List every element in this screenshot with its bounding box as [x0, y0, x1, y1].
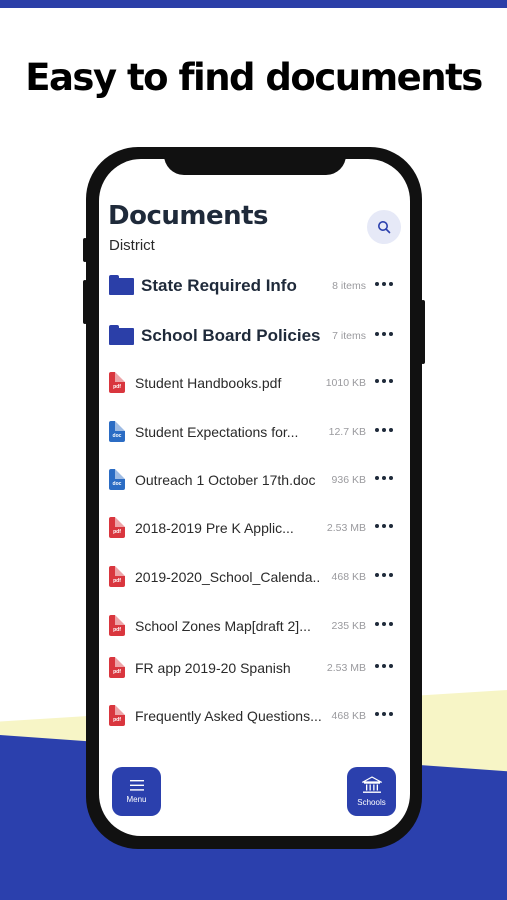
file-name: School Zones Map[draft 2]...	[135, 618, 311, 634]
file-name: 2019-2020_School_Calenda..	[135, 569, 321, 585]
schools-button-label: Schools	[357, 798, 386, 807]
ellipsis-dot-icon	[382, 282, 386, 286]
phone-notch	[164, 150, 346, 175]
ellipsis-dot-icon	[389, 282, 393, 286]
doc-file-icon: doc	[109, 469, 125, 490]
ellipsis-dot-icon	[382, 379, 386, 383]
file-name: FR app 2019-20 Spanish	[135, 660, 291, 676]
menu-button[interactable]: Menu	[112, 767, 161, 816]
folder-item-count: 7 items	[332, 330, 366, 342]
folder-icon	[109, 325, 134, 345]
more-options-button[interactable]	[375, 327, 395, 341]
folder-icon	[109, 275, 134, 295]
pdf-file-icon: pdf	[109, 615, 125, 636]
page-title: Documents	[108, 201, 269, 231]
more-options-button[interactable]	[375, 659, 395, 673]
pdf-file-icon: pdf	[109, 517, 125, 538]
ellipsis-dot-icon	[389, 379, 393, 383]
file-size: 468 KB	[331, 571, 366, 583]
phone-side-button	[83, 238, 87, 262]
more-options-button[interactable]	[375, 277, 395, 291]
file-row[interactable]: pdf Frequently Asked Questions... 468 KB	[99, 697, 410, 737]
file-row[interactable]: pdf 2018-2019 Pre K Applic... 2.53 MB	[99, 509, 410, 549]
more-options-button[interactable]	[375, 617, 395, 631]
file-size: 1010 KB	[325, 377, 366, 389]
search-button[interactable]	[367, 210, 401, 244]
more-options-button[interactable]	[375, 374, 395, 388]
ellipsis-dot-icon	[389, 476, 393, 480]
file-name: Student Handbooks.pdf	[135, 375, 282, 391]
ellipsis-dot-icon	[389, 622, 393, 626]
folder-name: State Required Info	[141, 276, 297, 295]
ellipsis-dot-icon	[375, 712, 379, 716]
more-options-button[interactable]	[375, 519, 395, 533]
file-row[interactable]: pdf 2019-2020_School_Calenda.. 468 KB	[99, 558, 410, 598]
school-building-icon	[361, 776, 382, 793]
phone-side-button	[421, 300, 425, 364]
file-name: Student Expectations for...	[135, 424, 299, 440]
file-row[interactable]: pdf School Zones Map[draft 2]... 235 KB	[99, 607, 410, 647]
file-size: 12.7 KB	[328, 426, 366, 438]
pdf-file-icon: pdf	[109, 372, 125, 393]
file-size: 235 KB	[331, 620, 366, 632]
ellipsis-dot-icon	[382, 622, 386, 626]
ellipsis-dot-icon	[375, 664, 379, 668]
ellipsis-dot-icon	[375, 379, 379, 383]
page-subtitle: District	[109, 237, 155, 254]
more-options-button[interactable]	[375, 707, 395, 721]
ellipsis-dot-icon	[382, 664, 386, 668]
pdf-file-icon: pdf	[109, 566, 125, 587]
ellipsis-dot-icon	[389, 428, 393, 432]
file-row[interactable]: pdf Student Handbooks.pdf 1010 KB	[99, 364, 410, 404]
ellipsis-dot-icon	[389, 524, 393, 528]
ellipsis-dot-icon	[375, 428, 379, 432]
folder-row[interactable]: State Required Info 8 items	[99, 267, 410, 307]
top-accent-bar	[0, 0, 507, 8]
pdf-file-icon: pdf	[109, 705, 125, 726]
ellipsis-dot-icon	[375, 282, 379, 286]
ellipsis-dot-icon	[375, 573, 379, 577]
ellipsis-dot-icon	[382, 428, 386, 432]
file-size: 468 KB	[331, 710, 366, 722]
file-size: 936 KB	[331, 474, 366, 486]
schools-button[interactable]: Schools	[347, 767, 396, 816]
phone-screen: Documents District State Required Info 8 …	[99, 159, 410, 836]
phone-side-button	[83, 280, 87, 324]
hamburger-icon	[129, 779, 144, 791]
search-icon	[378, 221, 391, 234]
pdf-file-icon: pdf	[109, 657, 125, 678]
file-name: 2018-2019 Pre K Applic...	[135, 520, 294, 536]
file-row[interactable]: pdf FR app 2019-20 Spanish 2.53 MB	[99, 649, 410, 689]
ellipsis-dot-icon	[375, 524, 379, 528]
ellipsis-dot-icon	[389, 664, 393, 668]
ellipsis-dot-icon	[389, 573, 393, 577]
file-row[interactable]: doc Outreach 1 October 17th.doc 936 KB	[99, 461, 410, 501]
ellipsis-dot-icon	[382, 524, 386, 528]
file-name: Frequently Asked Questions...	[135, 708, 322, 724]
folder-item-count: 8 items	[332, 280, 366, 292]
ellipsis-dot-icon	[375, 332, 379, 336]
folder-row[interactable]: School Board Policies 7 items	[99, 317, 410, 357]
ellipsis-dot-icon	[382, 573, 386, 577]
more-options-button[interactable]	[375, 423, 395, 437]
more-options-button[interactable]	[375, 471, 395, 485]
file-name: Outreach 1 October 17th.doc	[135, 472, 316, 488]
more-options-button[interactable]	[375, 568, 395, 582]
file-size: 2.53 MB	[326, 522, 366, 534]
ellipsis-dot-icon	[382, 332, 386, 336]
page-headline: Easy to find documents	[25, 56, 483, 99]
ellipsis-dot-icon	[389, 712, 393, 716]
menu-button-label: Menu	[126, 794, 147, 804]
ellipsis-dot-icon	[375, 476, 379, 480]
ellipsis-dot-icon	[382, 476, 386, 480]
folder-name: School Board Policies	[141, 326, 321, 345]
ellipsis-dot-icon	[389, 332, 393, 336]
ellipsis-dot-icon	[382, 712, 386, 716]
file-row[interactable]: doc Student Expectations for... 12.7 KB	[99, 413, 410, 453]
ellipsis-dot-icon	[375, 622, 379, 626]
file-size: 2.53 MB	[326, 662, 366, 674]
doc-file-icon: doc	[109, 421, 125, 442]
